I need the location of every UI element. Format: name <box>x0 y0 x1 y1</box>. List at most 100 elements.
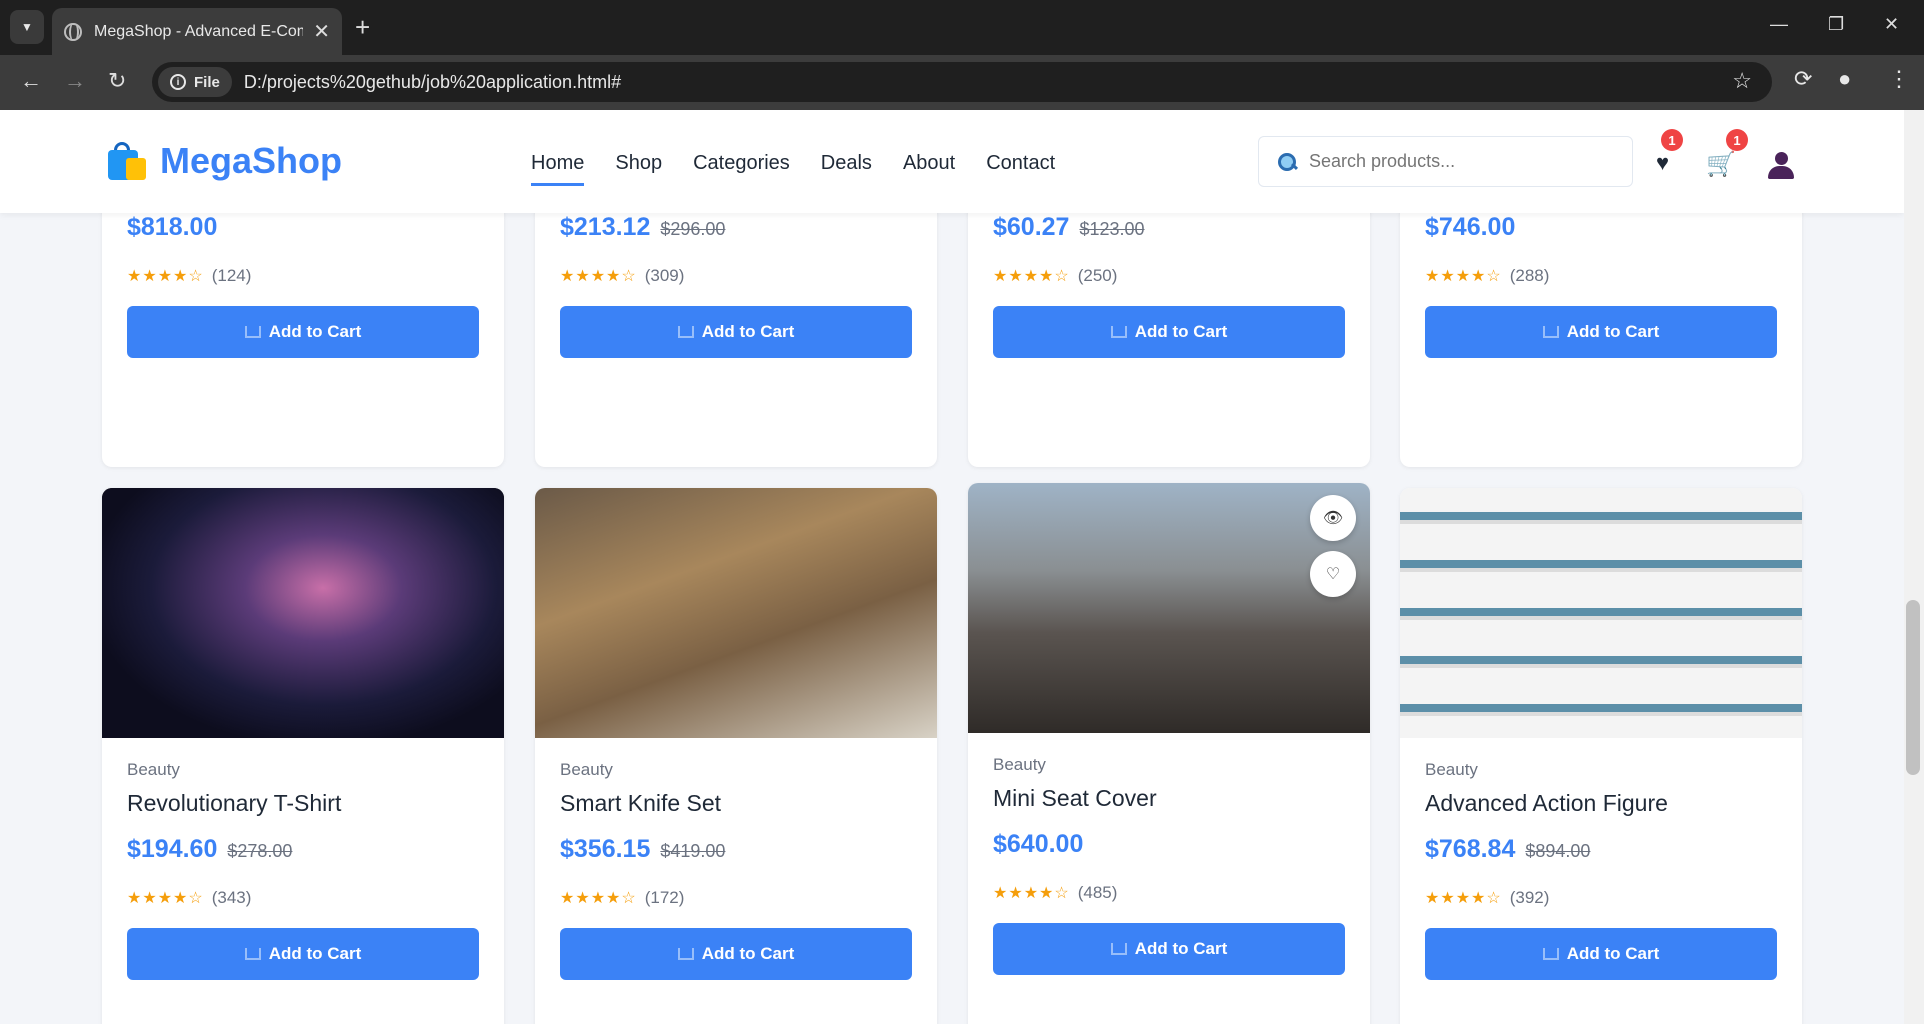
add-to-cart-button[interactable]: Add to Cart <box>127 306 479 358</box>
nav-home[interactable]: Home <box>531 152 585 186</box>
new-tab-button[interactable]: + <box>355 12 370 43</box>
cart-icon <box>677 326 694 338</box>
star-rating: ★★★★☆ <box>1425 890 1502 907</box>
cart-icon[interactable]: 🛒 <box>1706 150 1736 179</box>
add-to-cart-label: Add to Cart <box>701 322 795 341</box>
product-old-price: $894.00 <box>1525 841 1591 861</box>
product-name[interactable]: Advanced Action Figure <box>1425 790 1777 817</box>
site-header: MegaShop Home Shop Categories Deals Abou… <box>0 110 1904 213</box>
add-to-cart-label: Add to Cart <box>268 322 362 341</box>
add-to-cart-button[interactable]: Add to Cart <box>993 923 1345 975</box>
cart-icon <box>1110 943 1127 955</box>
add-to-cart-label: Add to Cart <box>1134 322 1228 341</box>
product-price: $640.00 <box>993 830 1084 858</box>
product-price: $818.00 <box>127 213 218 241</box>
globe-icon <box>64 22 82 41</box>
add-to-cart-label: Add to Cart <box>268 944 362 963</box>
review-count: (392) <box>1509 888 1550 907</box>
star-rating: ★★★★☆ <box>560 268 637 285</box>
close-window-button[interactable]: ✕ <box>1884 14 1899 35</box>
browser-tab[interactable]: MegaShop - Advanced E-Comm ✕ <box>52 8 342 55</box>
product-category: Beauty <box>993 755 1046 774</box>
wishlist-heart-icon[interactable]: ♥ <box>1656 150 1669 176</box>
site-info-chip[interactable]: i File <box>158 67 232 97</box>
product-old-price: $123.00 <box>1079 219 1145 239</box>
brand-logo[interactable]: MegaShop <box>106 140 342 182</box>
page-viewport: Professional Action Figure $818.00 ★★★★☆… <box>0 110 1904 1024</box>
product-category: Beauty <box>560 760 613 779</box>
product-category: Beauty <box>127 760 180 779</box>
product-image[interactable] <box>1400 488 1802 738</box>
product-price: $356.15 <box>560 835 651 863</box>
nav-contact[interactable]: Contact <box>986 152 1055 186</box>
product-card[interactable]: Beauty Advanced Action Figure $768.84 $89… <box>1400 488 1802 1024</box>
add-to-cart-button[interactable]: Add to Cart <box>127 928 479 980</box>
wishlist-heart-button[interactable]: ♡ <box>1310 551 1356 597</box>
close-tab-icon[interactable]: ✕ <box>313 19 330 44</box>
cart-icon <box>1110 326 1127 338</box>
profile-icon[interactable]: ● <box>1838 66 1851 92</box>
shopping-bag-icon <box>106 142 146 180</box>
review-count: (343) <box>211 888 252 907</box>
cart-icon <box>677 948 694 960</box>
info-icon: i <box>170 74 186 90</box>
add-to-cart-button[interactable]: Add to Cart <box>993 306 1345 358</box>
add-to-cart-button[interactable]: Add to Cart <box>560 928 912 980</box>
product-name[interactable]: Smart Knife Set <box>560 790 912 817</box>
product-card[interactable]: Beauty Mini Seat Cover $640.00 ★★★★☆ (485… <box>968 483 1370 1024</box>
quick-view-eye-icon[interactable]: 👁 <box>1310 495 1356 541</box>
nav-shop[interactable]: Shop <box>615 152 662 186</box>
add-to-cart-button[interactable]: Add to Cart <box>560 306 912 358</box>
product-price: $746.00 <box>1425 213 1516 241</box>
review-count: (288) <box>1509 266 1550 285</box>
bookmark-star-icon[interactable]: ☆ <box>1732 68 1752 94</box>
add-to-cart-button[interactable]: Add to Cart <box>1425 306 1777 358</box>
review-count: (172) <box>644 888 685 907</box>
url-text[interactable]: D:/projects%20gethub/job%20application.h… <box>244 72 621 93</box>
product-card[interactable]: Beauty Revolutionary T-Shirt $194.60 $278… <box>102 488 504 1024</box>
product-price: $768.84 <box>1425 835 1516 863</box>
minimize-button[interactable]: — <box>1770 14 1788 35</box>
nav-deals[interactable]: Deals <box>821 152 872 186</box>
cart-icon <box>244 948 261 960</box>
extensions-icon[interactable]: ⟳ <box>1794 66 1812 92</box>
nav-about[interactable]: About <box>903 152 955 186</box>
cart-icon <box>1542 948 1559 960</box>
product-image[interactable] <box>535 488 937 738</box>
star-rating: ★★★★☆ <box>560 890 637 907</box>
tab-title: MegaShop - Advanced E-Comm <box>94 22 304 40</box>
star-rating: ★★★★☆ <box>127 268 204 285</box>
nav-categories[interactable]: Categories <box>693 152 790 186</box>
star-rating: ★★★★☆ <box>127 890 204 907</box>
review-count: (124) <box>211 266 252 285</box>
review-count: (485) <box>1077 883 1118 902</box>
site-info-label: File <box>194 73 220 91</box>
product-name[interactable]: Revolutionary T-Shirt <box>127 790 479 817</box>
restore-button[interactable]: ❐ <box>1828 14 1844 35</box>
address-bar[interactable]: i File D:/projects%20gethub/job%20applic… <box>152 62 1772 102</box>
add-to-cart-button[interactable]: Add to Cart <box>1425 928 1777 980</box>
browser-tabbar: ▼ MegaShop - Advanced E-Comm ✕ + — ❐ ✕ <box>0 0 1924 55</box>
product-image[interactable] <box>102 488 504 738</box>
back-button[interactable]: ← <box>20 68 42 94</box>
menu-icon[interactable]: ⋮ <box>1888 66 1910 92</box>
tab-search-button[interactable]: ▼ <box>10 10 44 44</box>
page-scrollbar[interactable] <box>1904 110 1924 1024</box>
forward-button[interactable]: → <box>64 68 86 94</box>
wishlist-count-badge: 1 <box>1661 129 1683 151</box>
search-input[interactable] <box>1309 151 1609 172</box>
brand-name: MegaShop <box>160 140 343 181</box>
search-box[interactable] <box>1258 136 1633 187</box>
star-rating: ★★★★☆ <box>1425 268 1502 285</box>
add-to-cart-label: Add to Cart <box>1134 939 1228 958</box>
product-name[interactable]: Mini Seat Cover <box>993 785 1345 812</box>
add-to-cart-label: Add to Cart <box>701 944 795 963</box>
reload-button[interactable]: ↻ <box>108 68 126 94</box>
product-price: $213.12 <box>560 213 651 241</box>
product-card[interactable]: Beauty Smart Knife Set $356.15 $419.00 ★★… <box>535 488 937 1024</box>
cart-count-badge: 1 <box>1726 129 1748 151</box>
scrollbar-thumb[interactable] <box>1906 600 1920 775</box>
review-count: (250) <box>1077 266 1118 285</box>
product-old-price: $419.00 <box>660 841 726 861</box>
user-account-icon[interactable] <box>1768 152 1794 180</box>
